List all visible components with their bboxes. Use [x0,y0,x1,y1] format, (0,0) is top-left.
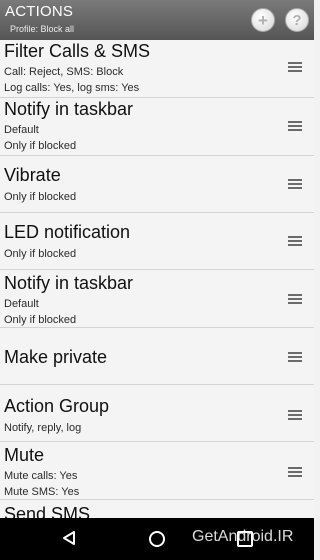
action-item-led-notification[interactable]: LED notification Only if blocked [0,213,314,270]
drag-handle-icon[interactable] [288,121,302,132]
action-item-notify-taskbar[interactable]: Notify in taskbar Default Only if blocke… [0,98,314,156]
action-detail: Call: Reject, SMS: Block [4,66,124,78]
page-title: ACTIONS [5,3,74,20]
drag-handle-icon[interactable] [288,62,302,73]
action-title: Vibrate [4,165,61,185]
action-title: Action Group [4,396,110,416]
profile-subtitle: Profile: Block all [10,24,75,34]
action-item-make-private[interactable]: Make private [0,328,314,385]
watermark-text: GetAndroid.IR [192,528,294,545]
action-detail: Only if blocked [4,191,77,203]
action-item-action-group[interactable]: Action Group Notify, reply, log [0,385,314,442]
action-item-filter-calls-sms[interactable]: Filter Calls & SMS Call: Reject, SMS: Bl… [0,40,314,98]
action-item-vibrate[interactable]: Vibrate Only if blocked [0,156,314,213]
drag-handle-icon[interactable] [288,179,302,190]
action-detail: Mute calls: Yes [4,470,78,482]
plus-circle-icon[interactable]: + [251,8,275,32]
back-triangle-icon[interactable] [61,530,77,546]
action-detail: Only if blocked [4,248,77,260]
action-title: Send SMS [4,504,91,518]
app-bar: ACTIONS Profile: Block all + ? [0,0,314,40]
actions-list: Filter Calls & SMS Call: Reject, SMS: Bl… [0,40,314,518]
action-title: Filter Calls & SMS [4,41,151,61]
action-title: Mute [4,445,45,465]
home-circle-icon[interactable] [149,531,165,547]
drag-handle-icon[interactable] [288,410,302,421]
action-detail: Only if blocked [4,314,77,326]
action-title: Notify in taskbar [4,273,134,293]
action-title: Make private [4,347,108,367]
action-detail: Default [4,298,39,310]
action-title: Notify in taskbar [4,99,134,119]
drag-handle-icon[interactable] [288,236,302,247]
action-detail: Mute SMS: Yes [4,486,80,498]
drag-handle-icon[interactable] [288,467,302,478]
action-item-send-sms[interactable]: Send SMS [0,500,314,518]
action-title: LED notification [4,222,131,242]
action-detail: Only if blocked [4,140,77,152]
drag-handle-icon[interactable] [288,352,302,363]
action-item-notify-taskbar[interactable]: Notify in taskbar Default Only if blocke… [0,270,314,328]
action-detail: Notify, reply, log [4,422,82,434]
question-circle-icon[interactable]: ? [285,8,309,32]
action-item-mute[interactable]: Mute Mute calls: Yes Mute SMS: Yes [0,442,314,500]
action-detail: Default [4,124,39,136]
drag-handle-icon[interactable] [288,294,302,305]
action-detail: Log calls: Yes, log sms: Yes [4,82,140,94]
